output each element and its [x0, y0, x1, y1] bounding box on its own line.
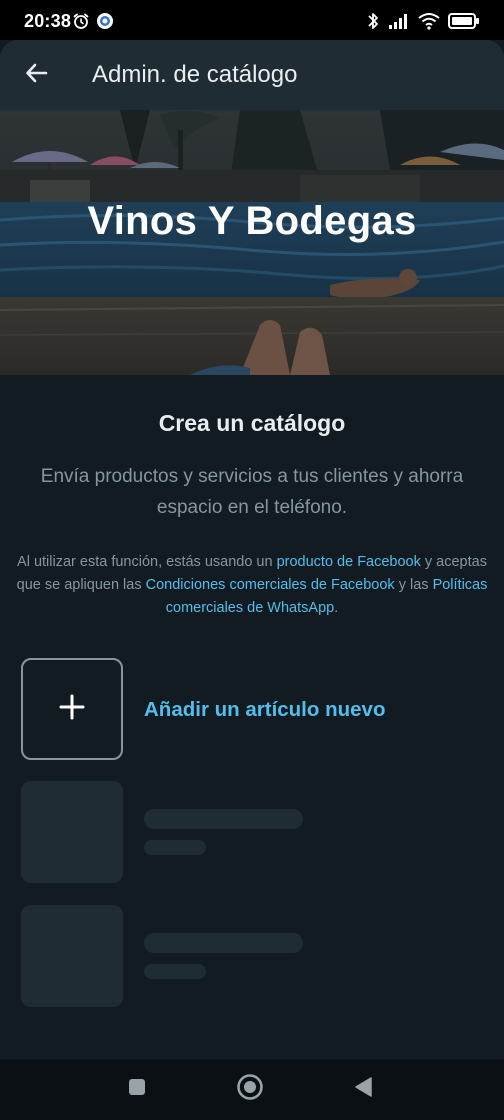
- placeholder-item: [21, 905, 483, 1007]
- home-button[interactable]: [232, 1071, 268, 1107]
- alarm-icon: [72, 12, 90, 35]
- add-item-label[interactable]: Añadir un artículo nuevo: [144, 698, 385, 722]
- business-name: Vinos Y Bodegas: [87, 199, 417, 243]
- catalog-title: Crea un catálogo: [158, 410, 346, 436]
- recents-square-icon: [127, 1077, 147, 1102]
- nav-back-button[interactable]: [346, 1071, 382, 1107]
- signal-icon: [388, 12, 410, 35]
- back-triangle-icon: [353, 1076, 375, 1103]
- placeholder-subtitle-line: [144, 964, 206, 979]
- catalog-cover-image: Vinos Y Bodegas: [0, 110, 504, 375]
- placeholder-title-line: [144, 809, 303, 829]
- battery-icon: [448, 12, 480, 35]
- app-notification-icon: [96, 12, 114, 35]
- placeholder-thumbnail: [21, 905, 123, 1007]
- back-button[interactable]: [16, 54, 58, 96]
- status-left-icons: [72, 12, 114, 35]
- plus-icon: [58, 693, 86, 726]
- legal-text-4: .: [334, 600, 339, 616]
- recents-button[interactable]: [119, 1071, 155, 1107]
- add-item-box[interactable]: [21, 658, 123, 760]
- legal-text-1: Al utilizar esta función, estás usando u…: [17, 554, 277, 570]
- arrow-left-icon: [24, 60, 50, 91]
- home-circle-icon: [236, 1073, 264, 1106]
- legal-notice: Al utilizar esta función, estás usando u…: [14, 551, 490, 620]
- facebook-product-link[interactable]: producto de Facebook: [277, 554, 421, 570]
- screen: 20:38 Admin. de catálogo Vinos Y Bodegas…: [0, 0, 504, 1120]
- placeholder-item: [21, 781, 483, 883]
- facebook-commerce-terms-link[interactable]: Condiciones comerciales de Facebook: [146, 577, 395, 593]
- page-title: Admin. de catálogo: [92, 61, 298, 88]
- add-new-item-button[interactable]: Añadir un artículo nuevo: [21, 658, 483, 760]
- app-bar: Admin. de catálogo: [0, 40, 504, 110]
- status-bar: 20:38: [0, 0, 504, 40]
- catalog-description: Envía productos y servicios a tus client…: [40, 466, 464, 518]
- status-time: 20:38: [24, 11, 72, 31]
- system-nav-bar: [0, 1059, 504, 1120]
- legal-text-3: y las: [394, 577, 433, 593]
- wifi-icon: [418, 12, 440, 35]
- bluetooth-icon: [366, 11, 380, 36]
- placeholder-subtitle-line: [144, 840, 206, 855]
- placeholder-title-line: [144, 933, 303, 953]
- placeholder-thumbnail: [21, 781, 123, 883]
- status-right-icons: [366, 11, 480, 36]
